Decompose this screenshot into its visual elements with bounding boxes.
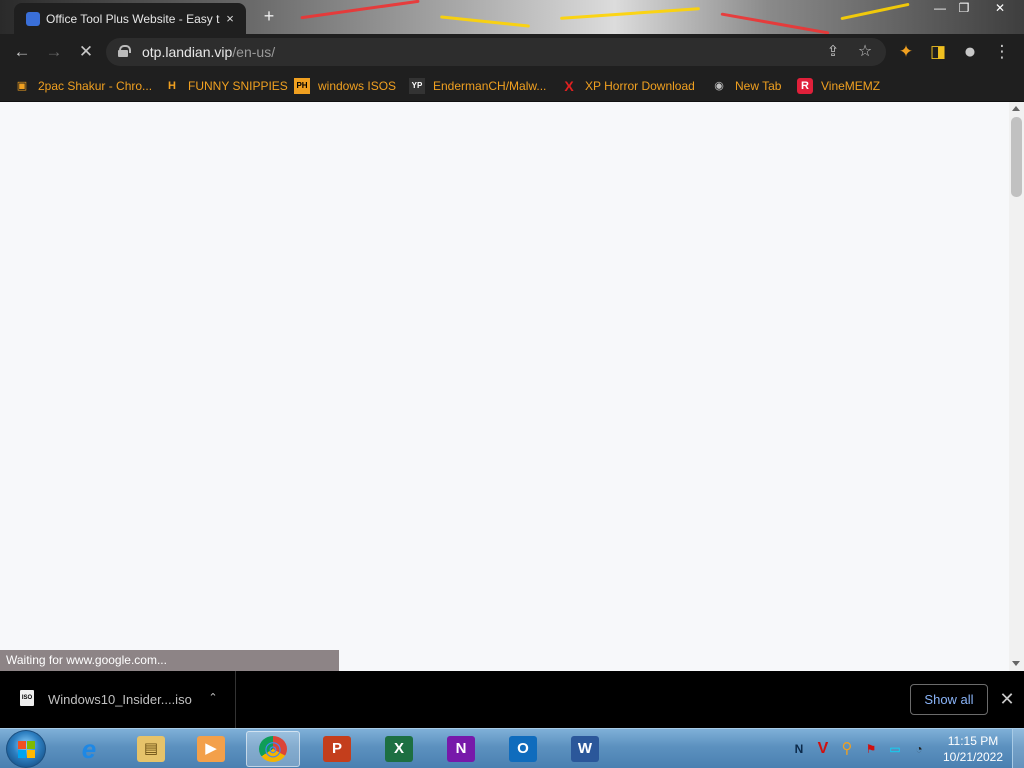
- bookmark-label: VineMEMZ: [821, 79, 881, 93]
- onenote-icon: N: [447, 736, 475, 762]
- taskbar-app-file-explorer[interactable]: ▤: [124, 731, 178, 767]
- bookmark-label: windows ISOS: [318, 79, 397, 93]
- page-content-area[interactable]: [0, 102, 1009, 671]
- download-file-name: Windows10_Insider....iso: [48, 692, 192, 707]
- search-tray-icon[interactable]: ⚲: [838, 740, 856, 758]
- bookmark-label: New Tab: [735, 79, 782, 93]
- scrollbar-thumb[interactable]: [1011, 117, 1022, 197]
- media-player-icon: ▶: [197, 736, 225, 762]
- chrome-icon: ◎: [259, 736, 287, 762]
- windows-logo-icon: [18, 741, 36, 759]
- bookmark-item[interactable]: ▣ 2pac Shakur - Chro...: [14, 76, 152, 96]
- volume-icon[interactable]: ◔: [910, 740, 928, 758]
- outlook-icon: O: [509, 736, 537, 762]
- bookmark-label: 2pac Shakur - Chro...: [38, 79, 153, 93]
- r-icon: R: [797, 78, 813, 94]
- bookmark-label: EndermanCH/Malw...: [433, 79, 547, 93]
- bookmark-item[interactable]: R VineMEMZ: [797, 76, 880, 96]
- close-window-button[interactable]: ✕: [988, 0, 1012, 18]
- tab-title: Office Tool Plus Website - Easy t: [46, 11, 220, 26]
- stop-loading-icon[interactable]: ✕: [74, 40, 98, 64]
- scroll-up-icon[interactable]: [1012, 106, 1020, 111]
- download-item[interactable]: ISO Windows10_Insider....iso ⌃: [0, 671, 236, 728]
- download-bar: ISO Windows10_Insider....iso ⌃ Show all …: [0, 671, 1024, 728]
- side-panel-icon[interactable]: ◨: [926, 40, 950, 64]
- url-text[interactable]: otp.landian.vip/en-us/: [142, 44, 275, 60]
- internet-explorer-icon: e: [81, 734, 97, 764]
- back-icon[interactable]: ←: [10, 40, 34, 64]
- background-decoration: [300, 0, 420, 20]
- status-bubble: Waiting for www.google.com...: [0, 650, 339, 671]
- bookmark-label: XP Horror Download: [585, 79, 695, 93]
- bookmark-item[interactable]: X XP Horror Download: [561, 76, 695, 96]
- clock-date: 10/21/2022: [942, 750, 1004, 764]
- iso-file-icon: ISO: [20, 690, 34, 706]
- close-download-bar-icon[interactable]: ✕: [996, 688, 1018, 710]
- forward-icon[interactable]: →: [42, 40, 66, 64]
- bookmark-item[interactable]: PH windows ISOS: [294, 76, 396, 96]
- show-desktop-button[interactable]: [1012, 729, 1024, 768]
- language-icon[interactable]: N: [790, 740, 808, 758]
- bookmark-item[interactable]: H FUNNY SNIPPIES: [164, 76, 288, 96]
- url-path: /en-us/: [232, 44, 276, 60]
- new-tab-button[interactable]: +: [258, 6, 280, 28]
- browser-tab[interactable]: Office Tool Plus Website - Easy t ×: [14, 3, 246, 34]
- tab-close-icon[interactable]: ×: [222, 11, 238, 26]
- file-explorer-icon: ▤: [137, 736, 165, 762]
- taskbar-app-outlook[interactable]: O: [496, 731, 550, 767]
- background-decoration: [560, 7, 700, 20]
- taskbar-app-media-player[interactable]: ▶: [184, 731, 238, 767]
- taskbar-app-onenote[interactable]: N: [434, 731, 488, 767]
- ph-icon: PH: [294, 78, 310, 94]
- shopping-bag-icon: ▣: [16, 80, 28, 92]
- menu-icon[interactable]: ⋮: [990, 40, 1014, 64]
- bookmark-item[interactable]: YP EndermanCH/Malw...: [409, 76, 546, 96]
- system-tray: N V ⚲ ⚑ ▭ ◔: [790, 737, 928, 761]
- word-icon: W: [571, 736, 599, 762]
- yp-icon: YP: [409, 78, 425, 94]
- restore-button[interactable]: ❐: [952, 0, 976, 18]
- lock-icon[interactable]: [118, 45, 131, 57]
- taskbar-app-word[interactable]: W: [558, 731, 612, 767]
- antivirus-icon[interactable]: V: [814, 740, 832, 758]
- powerpoint-icon: P: [323, 736, 351, 762]
- bookmark-item[interactable]: ◉ New Tab: [711, 76, 781, 96]
- taskbar-app-powerpoint[interactable]: P: [310, 731, 364, 767]
- bookmark-star-icon[interactable]: ☆: [854, 41, 876, 63]
- x-icon: X: [564, 78, 574, 94]
- taskbar-app-excel[interactable]: X: [372, 731, 426, 767]
- h-icon: H: [168, 80, 176, 92]
- minimize-button[interactable]: —: [928, 0, 952, 18]
- chevron-up-icon[interactable]: ⌃: [205, 690, 221, 706]
- url-host: otp.landian.vip: [142, 44, 233, 60]
- bookmark-label: FUNNY SNIPPIES: [188, 79, 288, 93]
- background-decoration: [440, 15, 530, 28]
- clock-time: 11:15 PM: [947, 734, 999, 748]
- taskbar-app-internet-explorer[interactable]: e: [62, 731, 116, 767]
- bookmarks-bar: ▣ 2pac Shakur - Chro... H FUNNY SNIPPIES…: [0, 70, 1024, 102]
- background-decoration: [720, 12, 830, 34]
- address-bar[interactable]: otp.landian.vip/en-us/ ⇪ ☆: [106, 38, 886, 66]
- profile-icon[interactable]: ●: [958, 40, 982, 64]
- background-decoration: [840, 2, 910, 21]
- show-all-button[interactable]: Show all: [910, 684, 988, 715]
- globe-icon: ◉: [714, 80, 724, 92]
- taskbar: e ▤ ▶ ◎ P X N O W N V ⚲ ⚑ ▭ ◔ 11:15 PM 1…: [0, 728, 1024, 768]
- excel-icon: X: [385, 736, 413, 762]
- start-button[interactable]: [6, 730, 46, 768]
- monitor-icon[interactable]: ▭: [886, 740, 904, 758]
- share-icon[interactable]: ⇪: [822, 41, 844, 63]
- clock[interactable]: 11:15 PM 10/21/2022: [936, 733, 1010, 765]
- flag-icon[interactable]: ⚑: [862, 740, 880, 758]
- browser-toolbar: ← → ✕ otp.landian.vip/en-us/ ⇪ ☆ ✦ ◨ ● ⋮: [0, 34, 1024, 70]
- extensions-icon[interactable]: ✦: [894, 40, 918, 64]
- site-favicon-icon: [26, 11, 40, 26]
- tab-strip: Office Tool Plus Website - Easy t × + — …: [0, 0, 1024, 34]
- vertical-scrollbar[interactable]: [1009, 102, 1024, 671]
- scroll-down-icon[interactable]: [1012, 661, 1020, 666]
- taskbar-app-chrome[interactable]: ◎: [246, 731, 300, 767]
